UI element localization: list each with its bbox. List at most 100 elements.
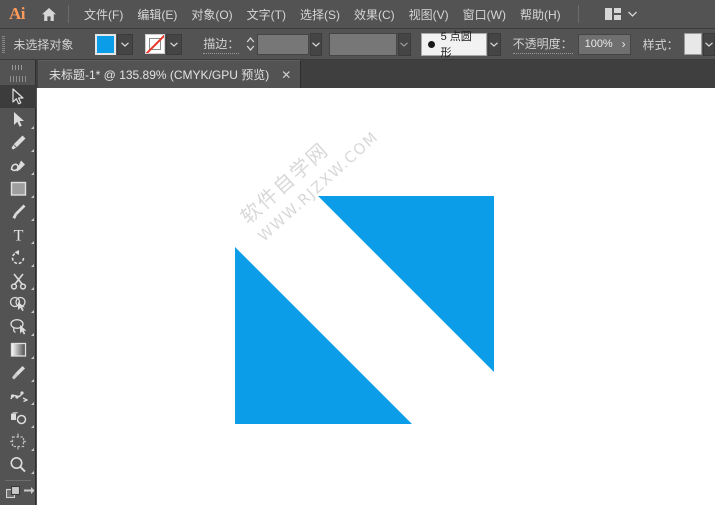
symbol-sprayer-tool[interactable] — [0, 407, 36, 430]
stroke-profile-field[interactable]: 5 点圆形 — [421, 33, 488, 56]
opacity-label: 不透明度： — [513, 35, 573, 54]
document-canvas[interactable]: 软件自学网 WWW.RJZXW.COM — [37, 88, 715, 505]
illustrator-window: Ai 文件(F) 编辑(E) 对象(O) 文字(T) 选择(S) 效果(C) 视… — [0, 0, 715, 505]
menu-items: 文件(F) 编辑(E) 对象(O) 文字(T) 选择(S) 效果(C) 视图(V… — [77, 2, 568, 27]
fill-swatch[interactable] — [95, 34, 116, 55]
menu-item-select[interactable]: 选择(S) — [293, 2, 347, 27]
tools-panel-drag-handle[interactable] — [0, 72, 36, 85]
default-fill-stroke-icon[interactable] — [6, 486, 21, 500]
tools-panel: T — [0, 60, 36, 505]
curvature-pen-icon — [9, 157, 28, 175]
paintbrush-tool[interactable] — [0, 200, 36, 223]
stroke-dropdown-button[interactable] — [166, 34, 182, 55]
stroke-weight-stepper[interactable] — [245, 34, 255, 55]
stroke-style-field[interactable] — [329, 33, 397, 56]
home-icon[interactable] — [34, 0, 64, 29]
menu-item-window[interactable]: 窗口(W) — [456, 2, 513, 27]
selection-tool[interactable] — [0, 85, 36, 108]
gradient-square-icon — [10, 342, 27, 358]
menu-item-file[interactable]: 文件(F) — [77, 2, 130, 27]
eyedropper-tool[interactable] — [0, 361, 36, 384]
stroke-weight-dropdown[interactable] — [310, 33, 322, 56]
svg-text:T: T — [13, 228, 23, 244]
tool-group-indicator-icon — [31, 241, 34, 244]
tool-group-indicator-icon — [31, 264, 34, 267]
paintbrush-icon — [10, 203, 27, 221]
swap-fill-stroke-icon[interactable] — [23, 486, 35, 498]
rotate-arrow-icon — [10, 249, 27, 266]
graphic-style-dropdown[interactable] — [703, 33, 715, 56]
fill-control[interactable] — [95, 34, 133, 55]
menu-bar: Ai 文件(F) 编辑(E) 对象(O) 文字(T) 选择(S) 效果(C) 视… — [0, 0, 715, 29]
chevron-down-icon — [400, 42, 408, 47]
tool-group-indicator-icon — [31, 402, 34, 405]
menu-item-type[interactable]: 文字(T) — [240, 2, 293, 27]
lasso-tool[interactable] — [0, 315, 36, 338]
stroke-weight-input[interactable] — [257, 34, 309, 55]
menu-item-object[interactable]: 对象(O) — [184, 2, 239, 27]
tool-group-indicator-icon — [31, 356, 34, 359]
direct-selection-tool[interactable] — [0, 108, 36, 131]
tool-group-indicator-icon — [31, 149, 34, 152]
document-tab-title: 未标题-1* @ 135.89% (CMYK/GPU 预览) — [49, 66, 269, 83]
menu-item-edit[interactable]: 编辑(E) — [130, 2, 184, 27]
stroke-profile-label: 5 点圆形 — [441, 28, 481, 60]
fill-dropdown-button[interactable] — [117, 34, 133, 55]
tools-panel-collapse-handle[interactable] — [0, 60, 36, 72]
chevron-down-icon — [170, 42, 178, 47]
shape-builder-tool[interactable] — [0, 292, 36, 315]
graphic-style-swatch[interactable] — [684, 33, 702, 55]
close-icon[interactable]: ✕ — [281, 69, 291, 81]
chevron-down-icon — [121, 42, 129, 47]
magnifier-icon — [9, 456, 27, 474]
rectangle-icon — [10, 181, 27, 197]
direct-selection-arrow-icon — [12, 111, 25, 128]
gradient-tool[interactable] — [0, 338, 36, 361]
tool-group-indicator-icon — [31, 218, 34, 221]
document-tab-bar: 未标题-1* @ 135.89% (CMYK/GPU 预览) ✕ — [0, 60, 715, 88]
lasso-icon — [9, 318, 28, 335]
tool-group-indicator-icon — [31, 425, 34, 428]
chevron-down-icon — [705, 42, 713, 47]
eyedropper-icon — [10, 364, 27, 382]
scissors-tool[interactable] — [0, 269, 36, 292]
stroke-style-dropdown[interactable] — [398, 33, 410, 56]
arrange-documents-icon — [605, 8, 621, 20]
blend-tool[interactable] — [0, 384, 36, 407]
blend-icon — [9, 388, 28, 404]
menu-item-effect[interactable]: 效果(C) — [347, 2, 402, 27]
chevron-down-icon — [490, 42, 498, 47]
artboard-crop-icon — [9, 433, 27, 450]
stroke-swatch-none[interactable] — [145, 34, 165, 54]
tool-group-indicator-icon — [31, 287, 34, 290]
artboard-tool[interactable] — [0, 430, 36, 453]
profile-dot-icon — [428, 41, 435, 48]
arrange-documents-button[interactable] — [601, 5, 641, 23]
chevron-down-icon — [312, 42, 320, 47]
selection-status-label: 未选择对象 — [13, 36, 73, 53]
selection-arrow-icon — [11, 88, 26, 105]
type-tool[interactable]: T — [0, 223, 36, 246]
stroke-color-control[interactable] — [145, 34, 182, 55]
app-logo: Ai — [0, 0, 34, 29]
rectangle-tool[interactable] — [0, 177, 36, 200]
curvature-tool[interactable] — [0, 154, 36, 177]
lower-left-triangle[interactable] — [235, 247, 412, 424]
control-bar-grip[interactable] — [0, 29, 7, 60]
document-tab[interactable]: 未标题-1* @ 135.89% (CMYK/GPU 预览) ✕ — [38, 60, 301, 88]
stroke-profile-dropdown[interactable] — [488, 33, 500, 56]
symbol-sprayer-icon — [9, 411, 28, 427]
opacity-control[interactable]: 100% › — [578, 34, 631, 55]
stroke-weight-label: 描边： — [203, 35, 239, 54]
upper-right-triangle[interactable] — [318, 196, 494, 372]
tool-group-indicator-icon — [31, 195, 34, 198]
menu-item-view[interactable]: 视图(V) — [402, 2, 456, 27]
tool-group-indicator-icon — [31, 126, 34, 129]
zoom-tool[interactable] — [0, 453, 36, 476]
toolbar-divider — [5, 480, 31, 481]
menu-item-help[interactable]: 帮助(H) — [513, 2, 568, 27]
tool-group-indicator-icon — [31, 448, 34, 451]
opacity-expand-arrow[interactable]: › — [622, 37, 626, 51]
pen-tool[interactable] — [0, 131, 36, 154]
rotate-tool[interactable] — [0, 246, 36, 269]
